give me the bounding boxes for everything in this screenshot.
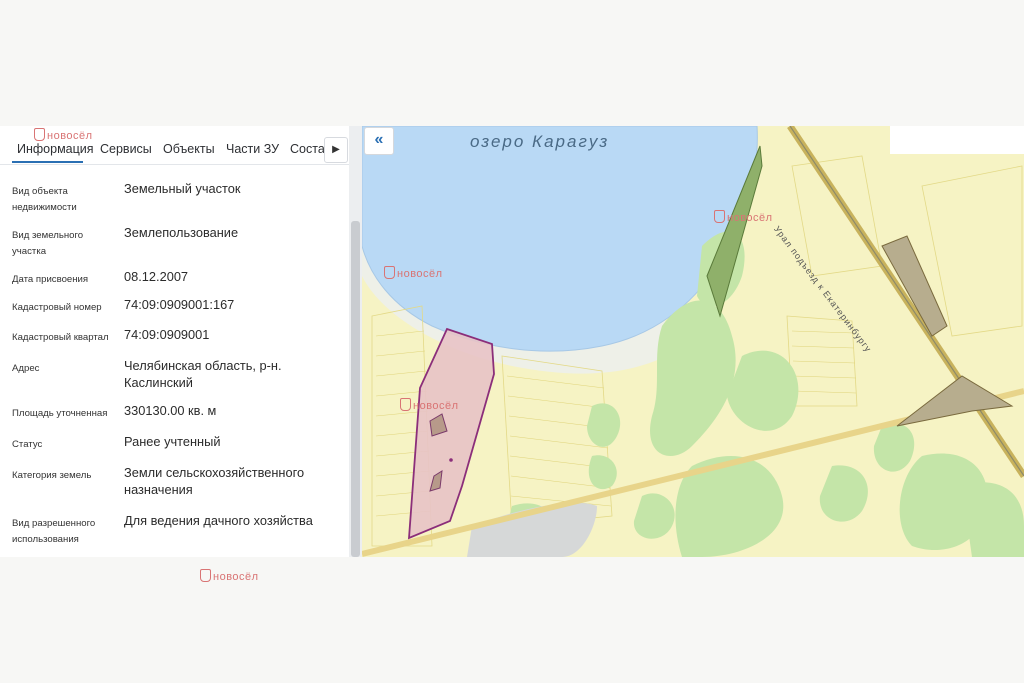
- attr-label: Статус: [12, 439, 43, 450]
- lake-label: озеро Карагуз: [470, 132, 610, 151]
- watermark-logo: новосёл: [714, 210, 773, 224]
- bottom-margin: новосёл: [0, 557, 1024, 683]
- double-chevron-left-icon: «: [374, 131, 384, 148]
- attr-value: 74:09:0909001: [124, 327, 210, 342]
- attr-value: Ранее учтенный: [124, 434, 221, 449]
- map-canvas[interactable]: [362, 126, 1024, 557]
- watermark-logo: новосёл: [400, 398, 459, 412]
- watermark-text: новосёл: [213, 571, 259, 583]
- tab-parts[interactable]: Части ЗУ: [226, 142, 279, 156]
- attr-label: Вид разрешенного использования: [12, 518, 96, 545]
- tab-services[interactable]: Сервисы: [100, 142, 152, 156]
- attr-value: Землепользование: [124, 225, 239, 240]
- attr-value: Земли сельскохозяйственного назначения: [124, 465, 305, 497]
- attr-value: Челябинская область, р-н. Каслинский: [124, 358, 282, 390]
- attr-label: Вид земельного участка: [12, 230, 84, 257]
- attr-label: Адрес: [12, 363, 40, 374]
- house-icon: [714, 210, 725, 223]
- attr-label: Кадастровый квартал: [12, 332, 109, 343]
- tabs-next-button[interactable]: ▶: [324, 137, 348, 163]
- house-icon: [384, 266, 395, 279]
- watermark-logo: новосёл: [200, 569, 259, 583]
- attr-label: Категория земель: [12, 470, 92, 481]
- active-tab-indicator: [12, 161, 83, 163]
- tab-bar: Информация Сервисы Объекты Части ЗУ Сост…: [0, 126, 349, 165]
- attr-value: Земельный участок: [124, 181, 241, 196]
- map-corner-box: [890, 126, 1024, 154]
- watermark-text: новосёл: [727, 212, 773, 224]
- attr-value: Для ведения дачного хозяйства: [124, 513, 313, 528]
- panel-scrollbar-thumb[interactable]: [351, 221, 360, 557]
- top-margin: [0, 0, 1024, 126]
- attr-label: Дата присвоения: [12, 274, 89, 285]
- watermark-logo: новосёл: [384, 266, 443, 280]
- watermark-text: новосёл: [413, 400, 459, 412]
- house-icon: [400, 398, 411, 411]
- house-icon: [200, 569, 211, 582]
- info-panel: новосёл Информация Сервисы Объекты Части…: [0, 126, 362, 557]
- tab-info[interactable]: Информация: [17, 142, 94, 156]
- tab-objects[interactable]: Объекты: [163, 142, 215, 156]
- attr-label: Площадь уточненная: [12, 408, 108, 419]
- attr-label: Вид объекта недвижимости: [12, 186, 77, 213]
- watermark-text: новосёл: [397, 268, 443, 280]
- attr-label: Кадастровый номер: [12, 302, 102, 313]
- attr-value: 08.12.2007: [124, 269, 189, 284]
- attr-value: 330130.00 кв. м: [124, 403, 217, 418]
- attr-value: 74:09:0909001:167: [124, 297, 235, 312]
- collapse-panel-button[interactable]: «: [364, 127, 394, 155]
- cadastral-map[interactable]: озеро Карагуз Урал подъезд к Екатеринбур…: [362, 126, 1024, 557]
- parcel-point: [449, 458, 453, 462]
- chevron-right-icon: ▶: [332, 144, 340, 155]
